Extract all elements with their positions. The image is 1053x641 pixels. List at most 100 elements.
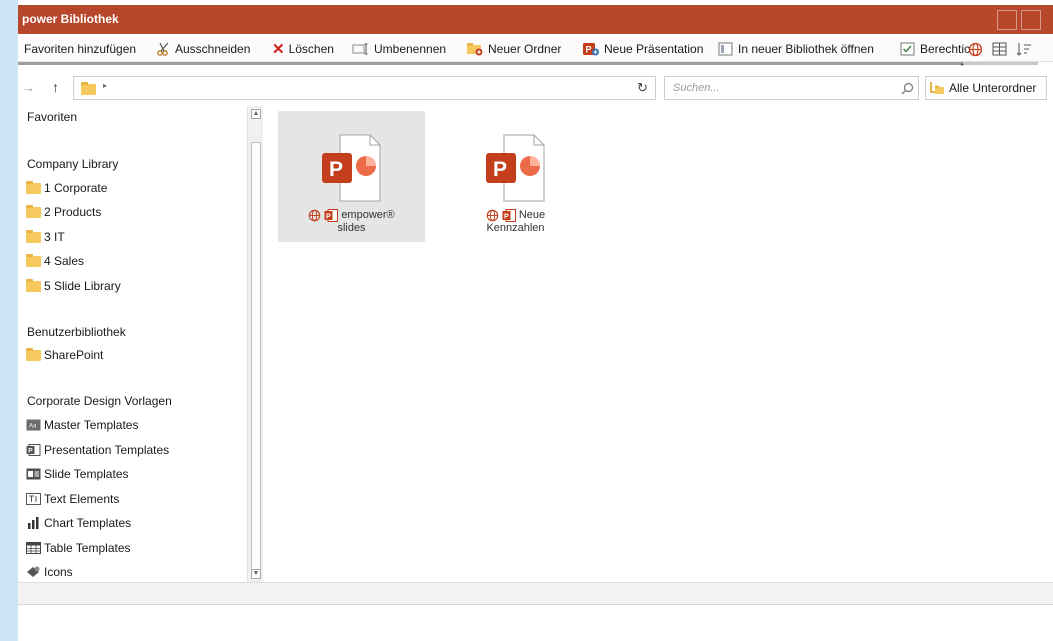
all-subfolders-toggle[interactable]: Alle Unterordner bbox=[925, 76, 1047, 100]
sidebar-item-5-slide-library[interactable]: 5 Slide Library bbox=[26, 277, 121, 295]
delete-x-icon: ✕ bbox=[272, 41, 285, 58]
folder-icon bbox=[26, 278, 41, 292]
icons-category-icon bbox=[27, 566, 40, 577]
desktop-background-strip bbox=[0, 0, 18, 641]
sidebar-item-presentation-templates[interactable]: P Presentation Templates bbox=[26, 441, 169, 459]
sidebar-item-3-it[interactable]: 3 IT bbox=[26, 228, 65, 246]
new-folder-label: Neuer Ordner bbox=[488, 42, 562, 56]
sort-button[interactable] bbox=[1016, 40, 1032, 58]
search-field[interactable]: Suchen... bbox=[664, 76, 919, 100]
sidebar-scrollbar-thumb[interactable] bbox=[251, 142, 261, 574]
open-in-new-library-button[interactable]: In neuer Bibliothek öffnen bbox=[718, 40, 874, 58]
cut-button[interactable]: Ausschneiden bbox=[157, 40, 250, 58]
powerpoint-file-icon: P bbox=[322, 134, 381, 202]
title-bar: power Bibliothek bbox=[0, 5, 1053, 34]
scroll-right-marker: ▸ bbox=[961, 62, 965, 68]
sidebar-item-sharepoint[interactable]: SharePoint bbox=[26, 346, 103, 364]
sidebar-item-table-templates[interactable]: Table Templates bbox=[26, 539, 131, 557]
scroll-down-icon[interactable]: ▼ bbox=[251, 569, 261, 579]
sidebar-item-chart-templates[interactable]: Chart Templates bbox=[26, 514, 131, 532]
sidebar-section-company-library[interactable]: Company Library bbox=[18, 155, 118, 173]
sidebar-item-icons[interactable]: Icons bbox=[26, 563, 73, 581]
new-presentation-label: Neue Präsentation bbox=[604, 42, 704, 56]
view-toggle-button[interactable] bbox=[992, 40, 1007, 58]
sidebar-item-4-sales[interactable]: 4 Sales bbox=[26, 252, 84, 270]
rename-button[interactable]: Umbenennen bbox=[352, 40, 446, 58]
file-view: P P empower® slides P P Neue Kennzahlen bbox=[264, 102, 1053, 582]
item-label: Table Templates bbox=[44, 541, 131, 555]
svg-text:P: P bbox=[504, 214, 509, 221]
permissions-label: Berechtic bbox=[920, 42, 971, 56]
file-tile-neue-kennzahlen[interactable]: P P Neue Kennzahlen bbox=[442, 111, 589, 242]
section-label: Favoriten bbox=[27, 110, 78, 124]
new-presentation-icon: P bbox=[583, 43, 599, 56]
web-globe-icon bbox=[486, 209, 499, 222]
permissions-button[interactable]: Berechtic bbox=[900, 40, 970, 58]
subfolders-icon bbox=[930, 82, 944, 94]
open-in-new-library-label: In neuer Bibliothek öffnen bbox=[738, 42, 874, 56]
item-label: 1 Corporate bbox=[44, 181, 108, 195]
pptx-type-icon: P bbox=[502, 209, 516, 222]
maximize-button[interactable] bbox=[1021, 10, 1041, 30]
item-label: Presentation Templates bbox=[44, 443, 170, 457]
file-meta: P Neue Kennzahlen bbox=[442, 209, 589, 235]
sidebar-item-slide-templates[interactable]: Slide Templates bbox=[26, 465, 129, 483]
section-label: Corporate Design Vorlagen bbox=[27, 394, 172, 408]
item-label: 4 Sales bbox=[44, 254, 85, 268]
svg-text:P: P bbox=[28, 448, 33, 455]
item-label: Master Templates bbox=[44, 418, 139, 432]
file-name-line1: Neue bbox=[518, 209, 546, 221]
delete-button[interactable]: ✕ Löschen bbox=[272, 40, 334, 58]
sidebar-scrollbar[interactable]: ▲ ▼ bbox=[247, 106, 263, 582]
search-placeholder: Suchen... bbox=[673, 82, 720, 94]
minimize-button[interactable] bbox=[997, 10, 1017, 30]
scissors-icon bbox=[157, 42, 169, 56]
path-box[interactable]: ▸ ↻ bbox=[73, 76, 656, 100]
folder-icon bbox=[26, 229, 41, 243]
svg-text:P: P bbox=[586, 45, 592, 55]
rename-label: Umbenennen bbox=[374, 42, 447, 56]
sidebar-item-1-corporate[interactable]: 1 Corporate bbox=[26, 179, 107, 197]
add-favorites-button[interactable]: Favoriten hinzufügen bbox=[20, 40, 136, 58]
folder-icon bbox=[81, 82, 96, 95]
sort-icon bbox=[1016, 43, 1031, 56]
sidebar-section-corporate-design[interactable]: Corporate Design Vorlagen bbox=[18, 392, 172, 410]
sidebar-tree: Favoriten Company Library 1 Corporate 2 … bbox=[18, 106, 247, 582]
toolbar-scrollbar[interactable] bbox=[18, 62, 1038, 65]
sidebar-item-2-products[interactable]: 2 Products bbox=[26, 203, 101, 221]
all-subfolders-label: Alle Unterordner bbox=[949, 81, 1037, 95]
file-tile-empower-slides[interactable]: P P empower® slides bbox=[278, 111, 425, 242]
toolbar-scrollbar-thumb[interactable] bbox=[18, 62, 963, 65]
status-bar bbox=[18, 582, 1053, 605]
item-label: Icons bbox=[44, 565, 73, 579]
up-arrow-icon[interactable]: ↑ bbox=[52, 79, 59, 95]
refresh-icon[interactable]: ↻ bbox=[637, 80, 648, 96]
open-library-icon bbox=[718, 42, 733, 56]
add-favorites-label: Favoriten hinzufügen bbox=[24, 42, 137, 56]
new-presentation-button[interactable]: P Neue Präsentation bbox=[582, 40, 703, 58]
new-folder-button[interactable]: Neuer Ordner bbox=[466, 40, 561, 58]
sidebar-section-user-library[interactable]: Benutzerbibliothek bbox=[18, 323, 126, 341]
file-name-line1: empower® bbox=[341, 209, 395, 221]
sidebar-item-master-templates[interactable]: Aa Master Templates bbox=[26, 416, 138, 434]
delete-label: Löschen bbox=[288, 42, 334, 56]
library-window: power Bibliothek Favoriten hinzufügen Au… bbox=[0, 0, 1053, 641]
web-globe-icon bbox=[309, 209, 321, 222]
powerpoint-file-icon: P bbox=[486, 134, 545, 202]
svg-text:Aa: Aa bbox=[29, 424, 37, 430]
search-icon[interactable] bbox=[901, 82, 914, 95]
item-label: Text Elements bbox=[44, 492, 120, 506]
folder-icon bbox=[26, 347, 41, 361]
svg-text:P: P bbox=[493, 158, 507, 181]
sidebar-section-favorites[interactable]: Favoriten bbox=[18, 108, 77, 126]
file-meta: P empower® slides bbox=[278, 209, 425, 235]
svg-text:P: P bbox=[329, 158, 343, 181]
web-button[interactable] bbox=[968, 40, 983, 58]
scroll-up-icon[interactable]: ▲ bbox=[251, 109, 261, 119]
item-label: 5 Slide Library bbox=[44, 279, 121, 293]
item-label: SharePoint bbox=[44, 348, 104, 362]
sidebar-item-text-elements[interactable]: Text Elements bbox=[26, 490, 119, 508]
table-template-icon bbox=[26, 542, 41, 554]
breadcrumb-chevron-icon[interactable]: ▸ bbox=[103, 81, 107, 90]
forward-arrow-icon[interactable]: → bbox=[22, 80, 35, 95]
